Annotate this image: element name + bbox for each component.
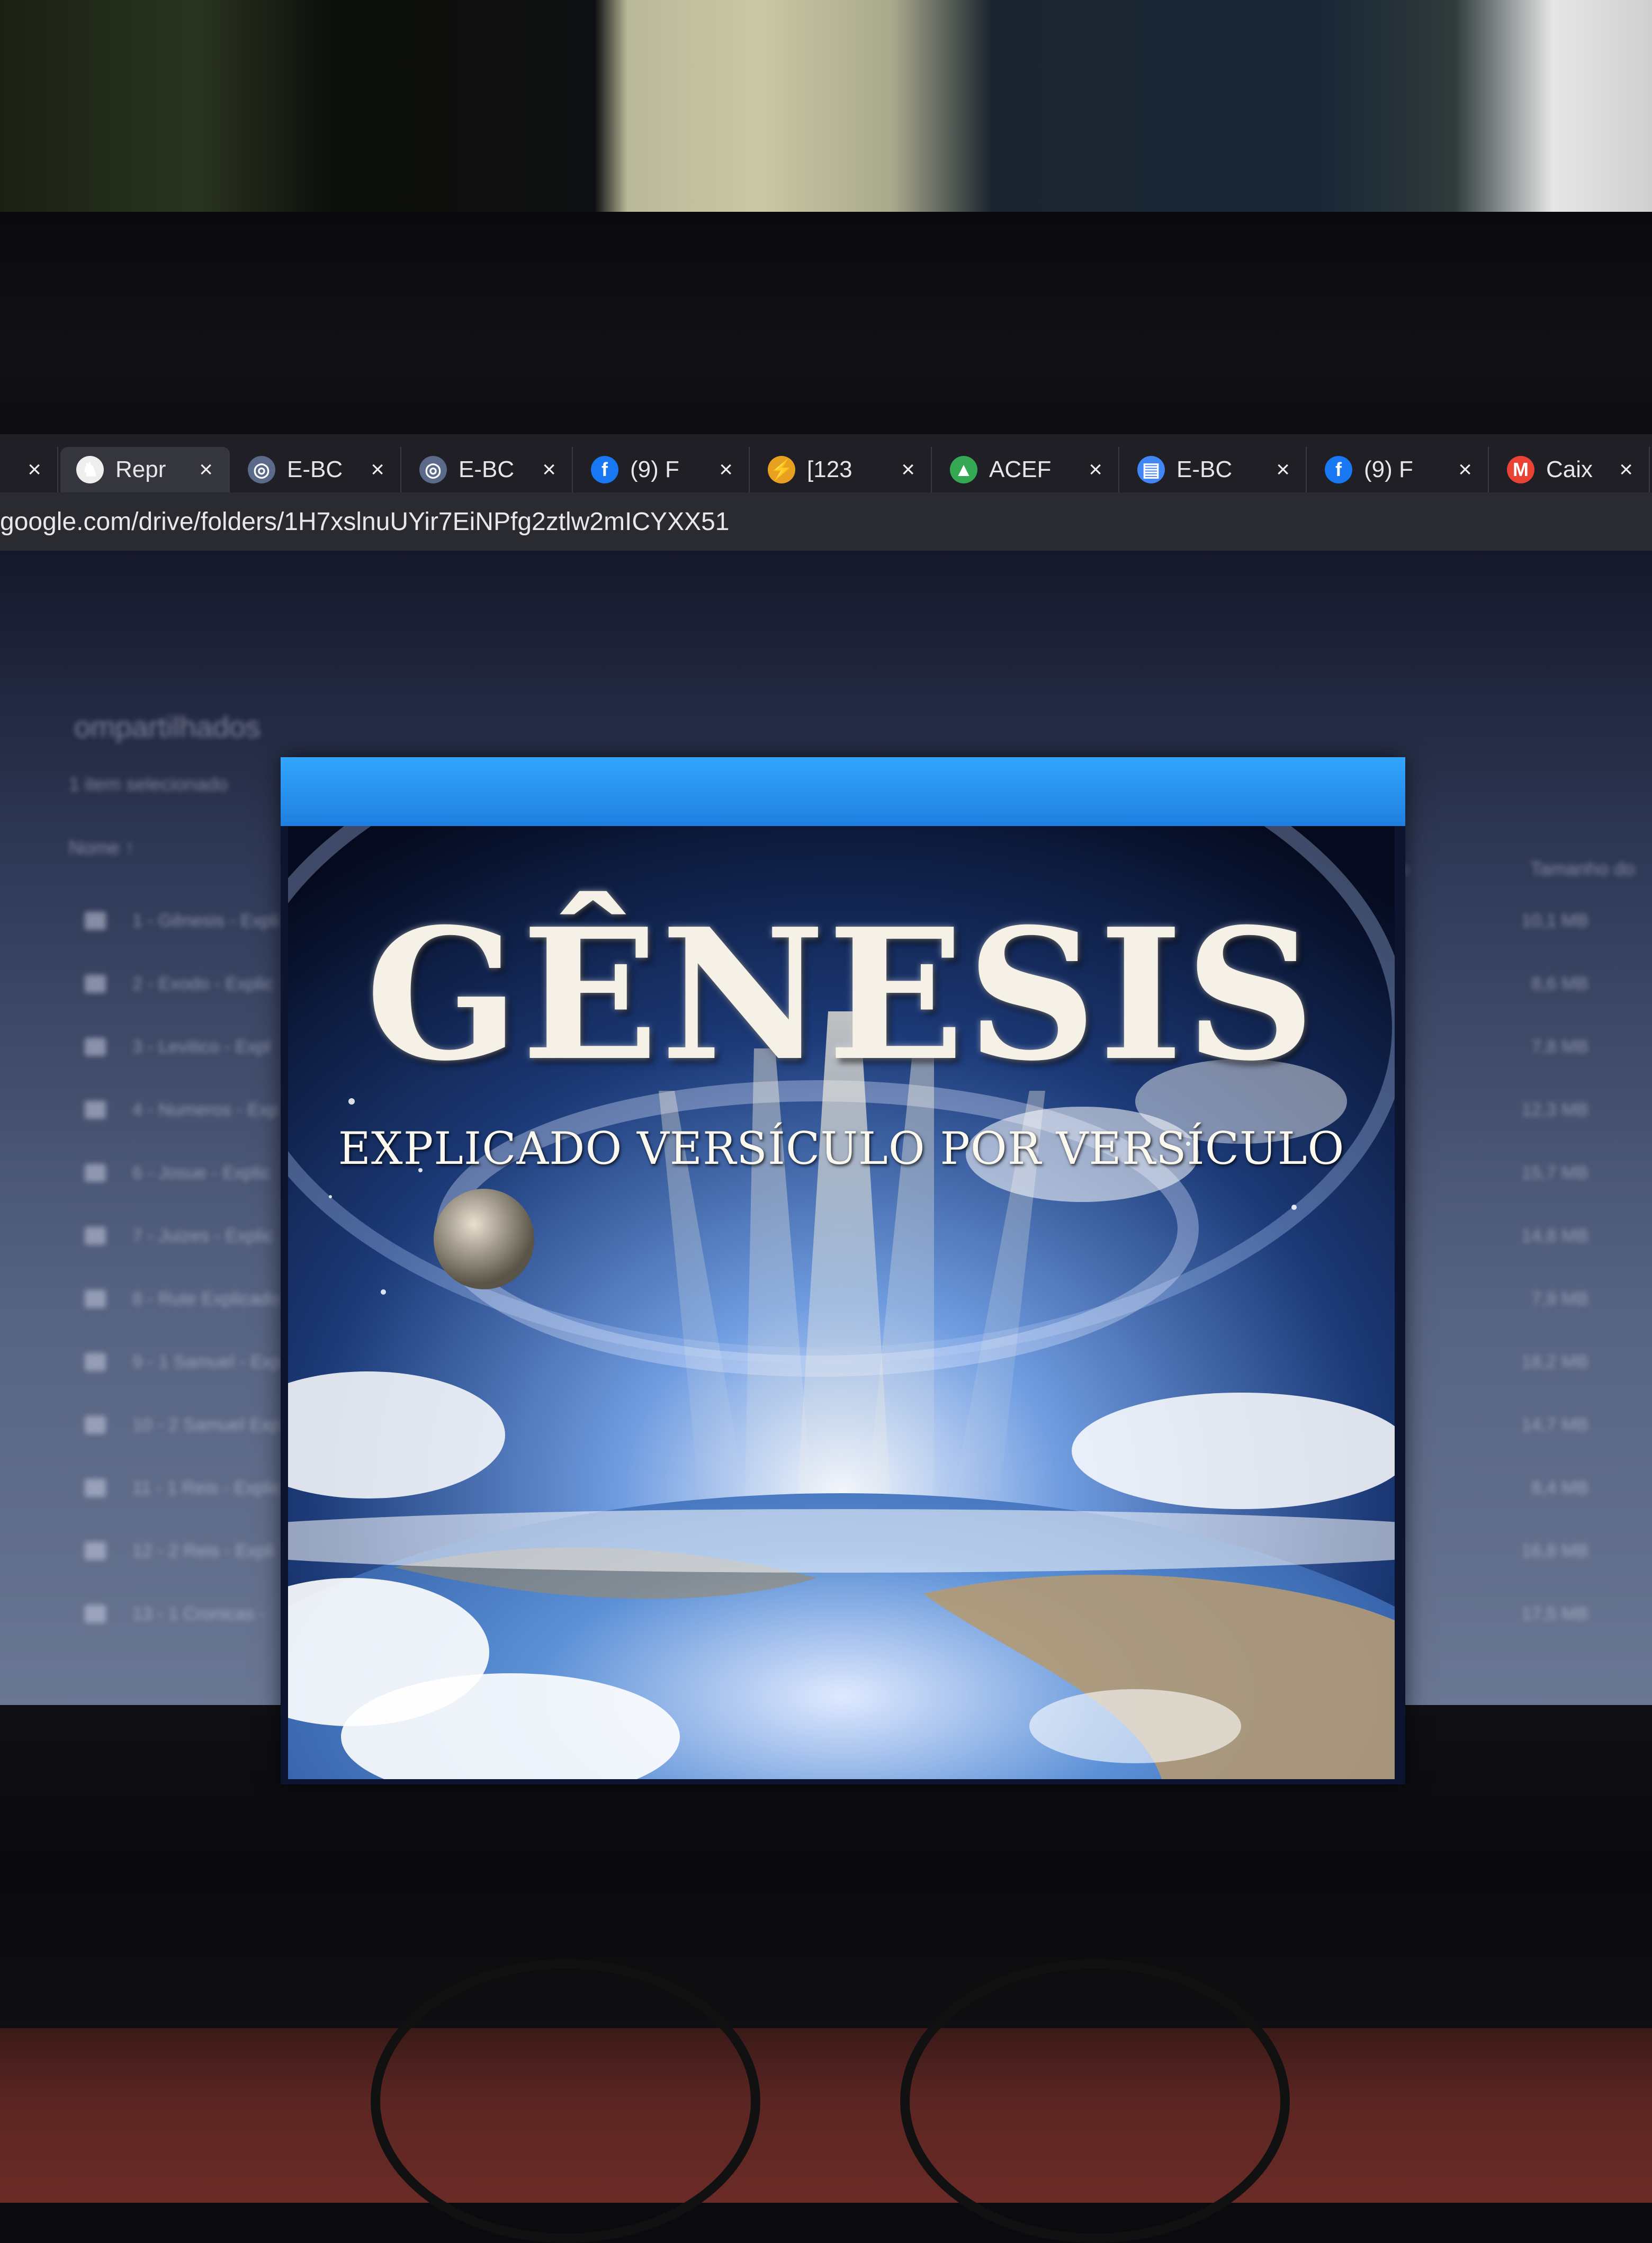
pdf-file-icon: [85, 1605, 106, 1623]
pdf-file-icon: [85, 1038, 106, 1056]
file-size: 8,4 MB: [1531, 1477, 1588, 1498]
tab-close-icon[interactable]: ×: [1619, 456, 1633, 483]
url-text[interactable]: google.com/drive/folders/1H7xslnuUYir7Ei…: [0, 507, 730, 536]
tab-close-icon[interactable]: ×: [371, 456, 384, 483]
browser-tab[interactable]: f (9) F ×: [1309, 447, 1489, 492]
tab-label: (9) F: [630, 456, 679, 482]
file-size: 7,8 MB: [1531, 1036, 1588, 1057]
gmail-icon: M: [1507, 456, 1534, 483]
file-size: 14,7 MB: [1521, 1414, 1588, 1435]
tab-label: ACEF: [989, 456, 1052, 482]
browser-tab[interactable]: ⚡ [123 ×: [752, 447, 932, 492]
pdf-file-icon: [85, 1416, 106, 1434]
preview-header-bar: [281, 757, 1405, 826]
file-size: 8,6 MB: [1531, 973, 1588, 994]
tab-close-icon[interactable]: ×: [901, 456, 915, 483]
cover-subtitle: EXPLICADO VERSÍCULO POR VERSÍCULO: [338, 1123, 1345, 1174]
tab-label: Repr: [115, 456, 166, 482]
tab-close-icon[interactable]: ×: [1089, 456, 1102, 483]
pdf-file-icon: [85, 1227, 106, 1245]
file-size: 17,5 MB: [1521, 1603, 1588, 1624]
book-cover: GÊNESIS EXPLICADO VERSÍCULO POR VERSÍCUL…: [288, 826, 1395, 1779]
file-size: 12,3 MB: [1521, 1099, 1588, 1120]
tab-label: E-BC: [459, 456, 515, 482]
pdf-preview[interactable]: GÊNESIS EXPLICADO VERSÍCULO POR VERSÍCUL…: [281, 757, 1405, 1784]
column-size-header[interactable]: Tamanho do: [1530, 858, 1635, 880]
column-name-header[interactable]: Nome ↑: [69, 837, 134, 859]
file-size: 10,1 MB: [1521, 910, 1588, 931]
pdf-file-icon: [85, 975, 106, 993]
tab-bar: × ♞ Repr × ◎ E-BC × ◎ E-BC × f (9) F × ⚡ [123 × ▲ ACEF × ▤ E…: [0, 434, 1652, 492]
pdf-file-icon: [85, 1479, 106, 1497]
file-size: 16,8 MB: [1521, 1540, 1588, 1561]
room-background: [0, 0, 1652, 244]
cat-icon: ♞: [76, 456, 104, 483]
tab-label: [123: [807, 456, 852, 482]
docs-icon: ▤: [1137, 456, 1165, 483]
browser-tab[interactable]: ◎ E-BC ×: [232, 447, 401, 492]
tab-label: E-BC: [287, 456, 343, 482]
globe-icon: ◎: [248, 456, 275, 483]
browser-tab[interactable]: ◎ E-BC ×: [403, 447, 573, 492]
tab-label: Caix: [1546, 456, 1593, 482]
facebook-icon: f: [1325, 456, 1352, 483]
tab-close-icon[interactable]: ×: [1458, 456, 1472, 483]
monitor-cable: [900, 1959, 1290, 2243]
selection-count: 1 item selecionado: [69, 773, 228, 795]
pdf-file-icon: [85, 1290, 106, 1308]
pdf-file-icon: [85, 912, 106, 930]
tab-close-icon[interactable]: ×: [199, 456, 213, 483]
tab-close-icon[interactable]: ×: [719, 456, 733, 483]
cover-title: GÊNESIS: [365, 890, 1317, 1101]
desk: [0, 2028, 1652, 2203]
monitor-bezel-top: [0, 212, 1652, 553]
globe-icon: ◎: [419, 456, 447, 483]
browser-tab[interactable]: f (9) F ×: [575, 447, 750, 492]
drive-icon: ▲: [950, 456, 977, 483]
pdf-file-icon: [85, 1101, 106, 1119]
pdf-file-icon: [85, 1164, 106, 1182]
tab-label: (9) F: [1364, 456, 1413, 482]
file-size: 14,8 MB: [1521, 1225, 1588, 1246]
file-size: 18,2 MB: [1521, 1351, 1588, 1372]
monitor-cable: [371, 1959, 760, 2243]
browser-tab[interactable]: M Caix ×: [1491, 447, 1650, 492]
tab-label: E-BC: [1177, 456, 1233, 482]
file-size: 15,7 MB: [1521, 1162, 1588, 1183]
drive-folder-title: ompartilhados: [74, 710, 261, 743]
browser-tab[interactable]: ▤ E-BC ×: [1121, 447, 1307, 492]
pdf-file-icon: [85, 1353, 106, 1371]
browser-tab[interactable]: ▲ ACEF ×: [934, 447, 1119, 492]
pdf-file-icon: [85, 1542, 106, 1560]
facebook-icon: f: [591, 456, 618, 483]
tab-close-icon[interactable]: ×: [28, 456, 41, 483]
tab-close-icon[interactable]: ×: [542, 456, 556, 483]
tab-close-icon[interactable]: ×: [1276, 456, 1290, 483]
browser-tab[interactable]: ♞ Repr ×: [60, 447, 230, 492]
address-bar[interactable]: google.com/drive/folders/1H7xslnuUYir7Ei…: [0, 492, 1652, 551]
browser-tab[interactable]: ×: [0, 447, 58, 492]
file-size: 7,9 MB: [1531, 1288, 1588, 1309]
bolt-icon: ⚡: [768, 456, 795, 483]
